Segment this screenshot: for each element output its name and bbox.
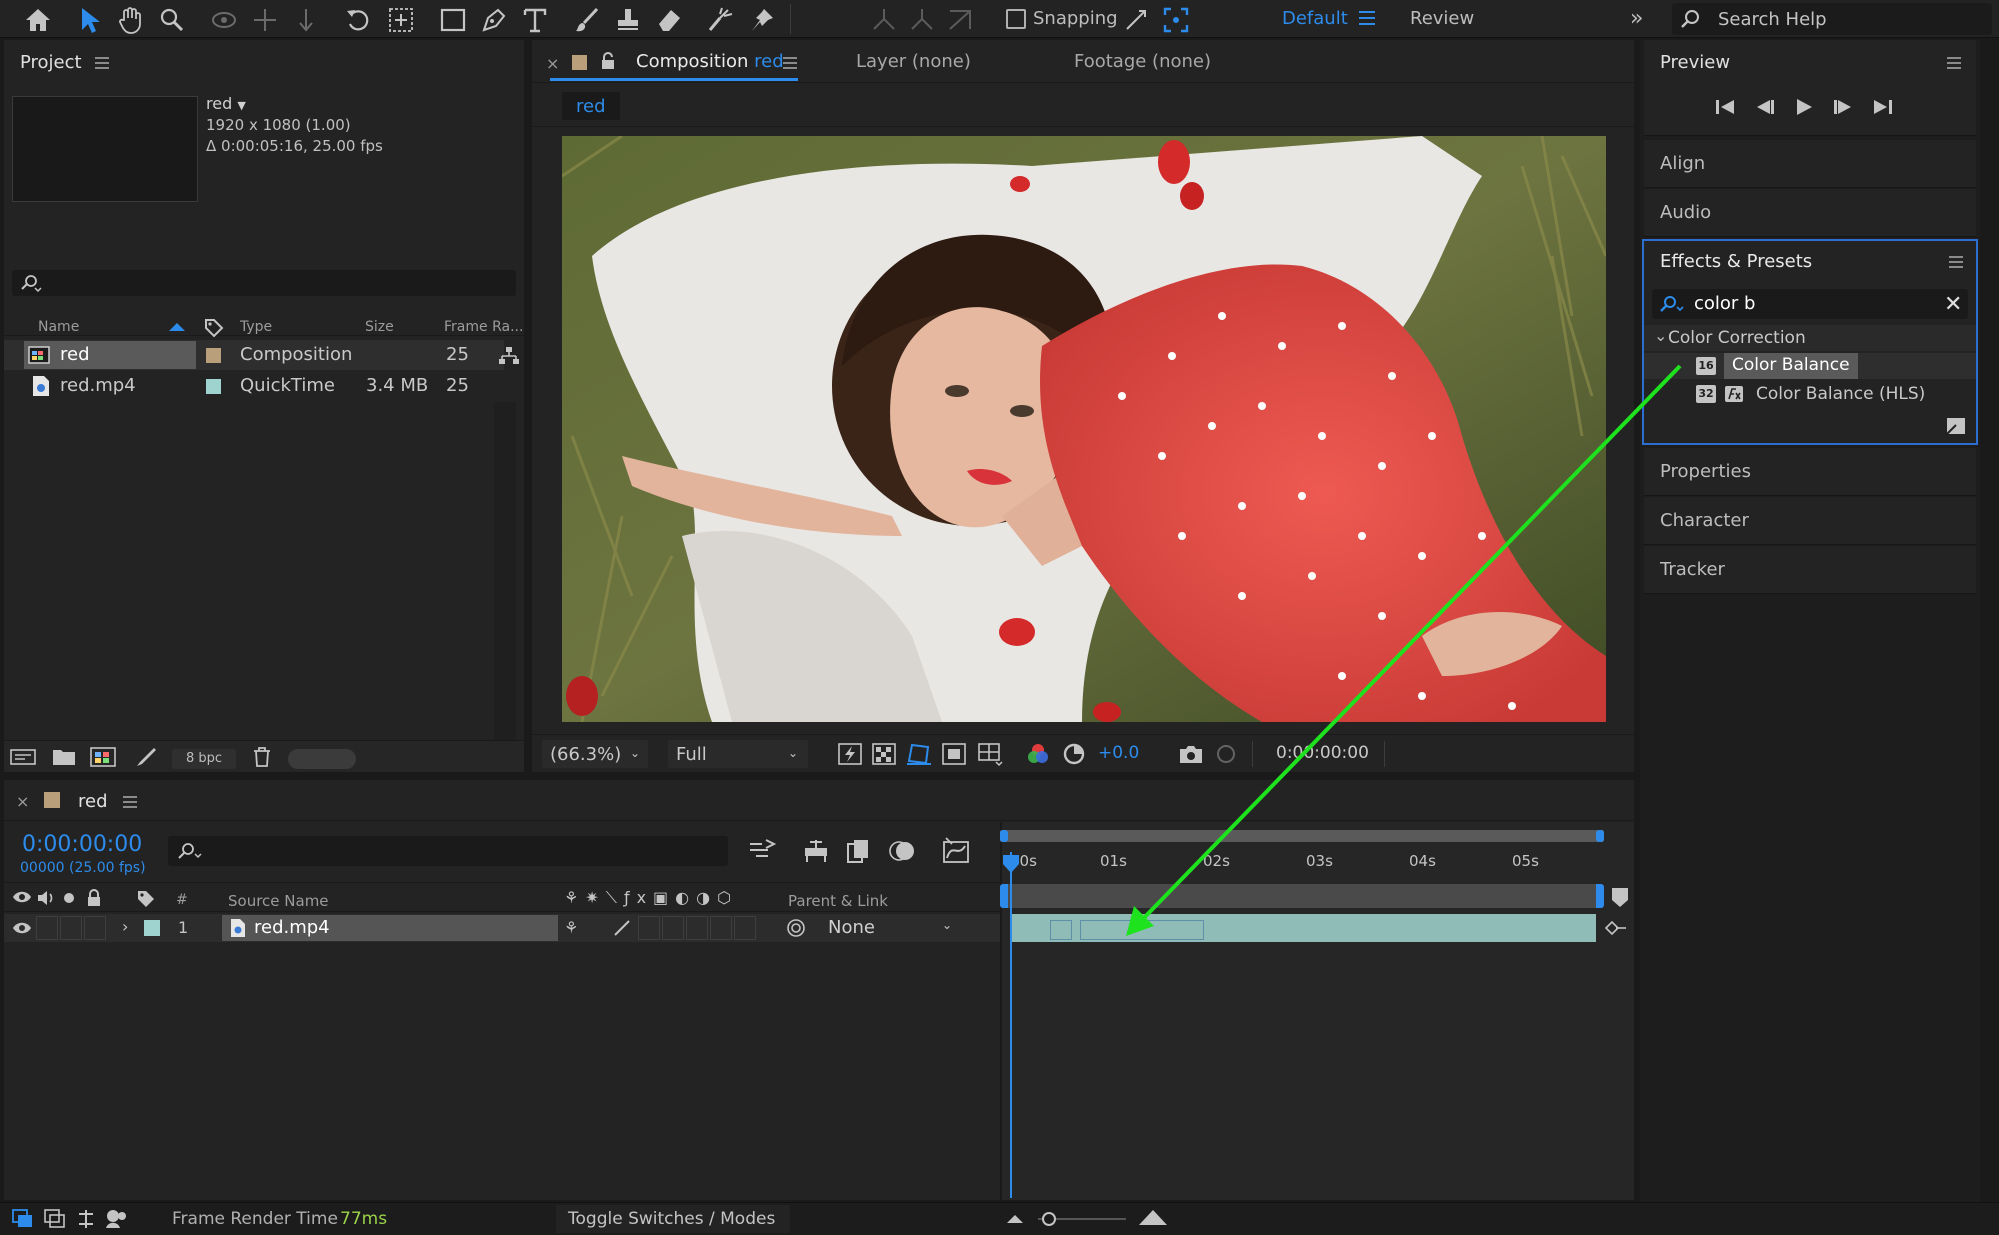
- annotation-arrow: [1126, 364, 1682, 936]
- toggle-switches-modes-label: Toggle Switches / Modes: [568, 1209, 776, 1229]
- transfer-controls-toggle-icon[interactable]: [44, 1209, 66, 1229]
- frame-render-label: Frame Render Time: [172, 1209, 338, 1229]
- toggle-switches-modes-button[interactable]: Toggle Switches / Modes: [556, 1205, 790, 1233]
- frame-render-value: 77ms: [340, 1209, 388, 1229]
- timeline-zoom-thumb[interactable]: [1042, 1212, 1056, 1226]
- zoom-out-mountain-icon[interactable]: [1006, 1211, 1024, 1225]
- status-bar: Frame Render Time 77ms Toggle Switches /…: [0, 1202, 1999, 1235]
- timeline-zoom-slider[interactable]: [1038, 1212, 1126, 1226]
- render-time-toggle-icon[interactable]: [104, 1208, 128, 1230]
- layer-switches-toggle-icon[interactable]: [12, 1209, 34, 1229]
- zoom-in-mountain-icon[interactable]: [1138, 1207, 1168, 1227]
- in-out-toggle-icon[interactable]: [76, 1208, 96, 1230]
